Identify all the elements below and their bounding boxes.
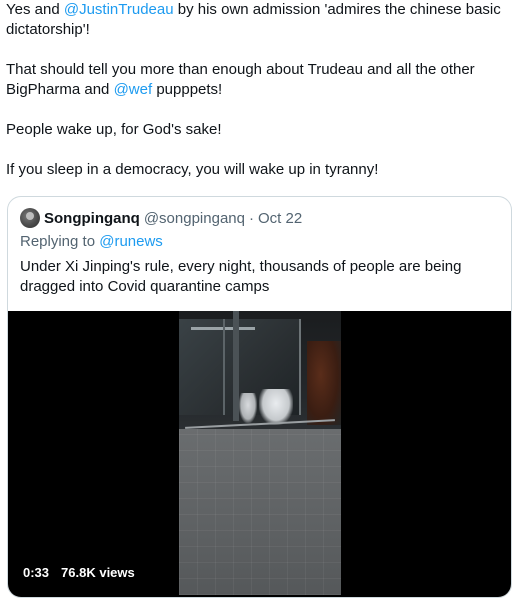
replying-to-line: Replying to @runews bbox=[20, 233, 163, 250]
quoted-tweet-text: Under Xi Jinping's rule, every night, th… bbox=[20, 258, 462, 295]
quoted-tweet-header: Songpinganq @songpinganq · Oct 22 bbox=[20, 208, 302, 228]
tweet-date[interactable]: Oct 22 bbox=[258, 210, 302, 227]
video-player[interactable]: 0:33 76.8K views bbox=[8, 311, 511, 597]
replying-to-label: Replying to bbox=[20, 233, 100, 250]
mention-link-wef[interactable]: @wef bbox=[114, 81, 153, 98]
avatar[interactable] bbox=[20, 208, 40, 228]
figures-shape bbox=[259, 389, 293, 425]
tweet-line-4: If you sleep in a democracy, you will wa… bbox=[6, 161, 379, 178]
quoted-tweet-card[interactable]: Songpinganq @songpinganq · Oct 22 Replyi… bbox=[7, 196, 512, 598]
figure-shape bbox=[239, 393, 257, 423]
separator-dot: · bbox=[248, 209, 254, 227]
author-display-name[interactable]: Songpinganq bbox=[44, 210, 140, 227]
tweet-line-2: That should tell you more than enough ab… bbox=[6, 60, 511, 100]
video-stats: 0:33 76.8K views bbox=[23, 565, 135, 580]
video-frame bbox=[179, 311, 341, 595]
video-duration: 0:33 bbox=[23, 565, 50, 580]
tweet-text-segment: pupppets! bbox=[152, 81, 223, 98]
mention-link-justintrudeau[interactable]: @JustinTrudeau bbox=[64, 1, 174, 18]
tweet-line-1: Yes and @JustinTrudeau by his own admiss… bbox=[6, 0, 511, 40]
tweet-text-segment: That should tell you more than enough ab… bbox=[6, 61, 475, 98]
tweet-text-segment: Yes and bbox=[6, 1, 64, 18]
mention-link-runews[interactable]: @runews bbox=[99, 233, 163, 250]
tree-shape bbox=[307, 341, 341, 425]
pavement bbox=[179, 429, 341, 595]
tweet-text: Yes and @JustinTrudeau by his own admiss… bbox=[6, 0, 511, 180]
video-views: 76.8K views bbox=[61, 565, 135, 580]
tweet-line-3: People wake up, for God's sake! bbox=[6, 121, 222, 138]
author-handle[interactable]: @songpinganq bbox=[144, 210, 245, 227]
